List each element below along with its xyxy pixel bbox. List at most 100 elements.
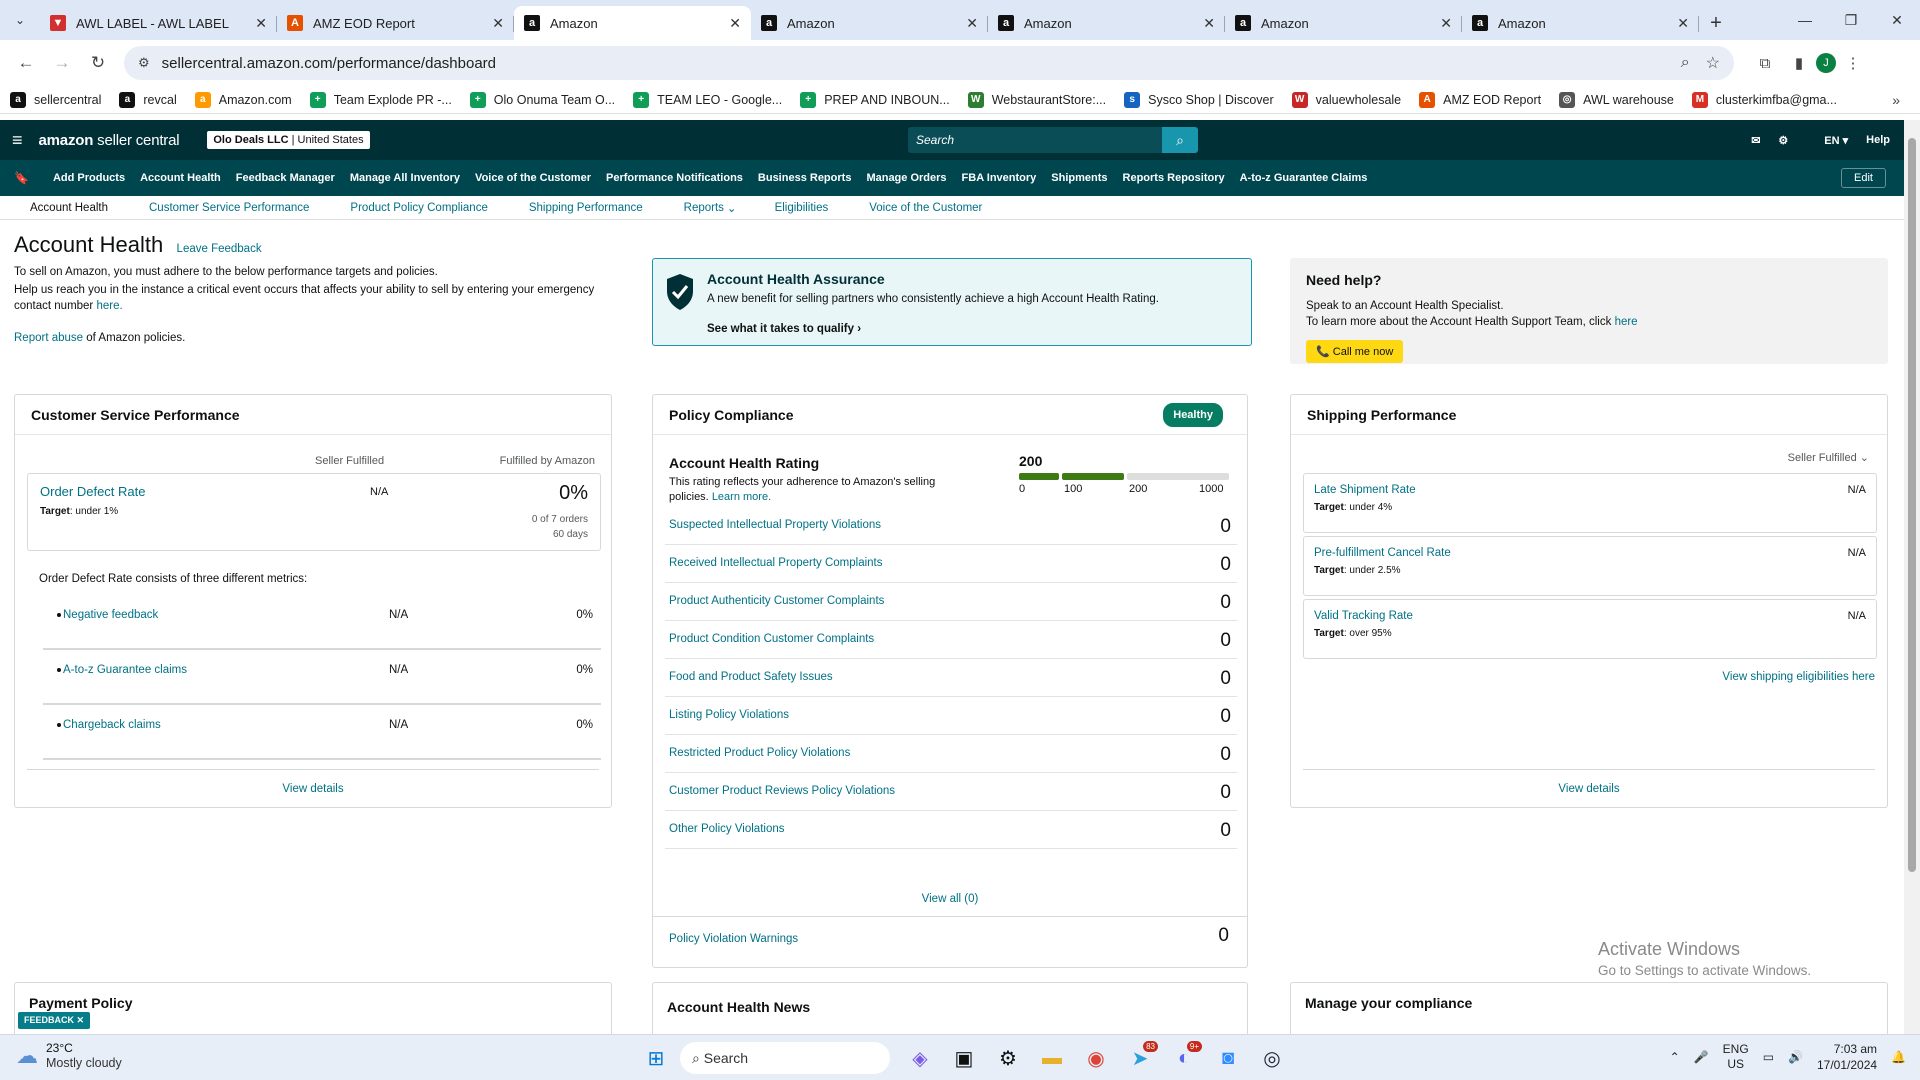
subnav-tab[interactable]: Account Health [30, 202, 108, 214]
subnav-tab[interactable]: Eligibilities [775, 202, 829, 214]
leave-feedback-link[interactable]: Leave Feedback [177, 243, 262, 255]
nav-link[interactable]: Account Health [140, 172, 221, 184]
fulfillment-filter-dropdown[interactable]: Seller Fulfilled ⌄ [1788, 451, 1869, 464]
file-explorer-icon[interactable]: ▬ [1032, 1041, 1072, 1075]
site-info-icon[interactable]: ⚙ [138, 55, 150, 71]
bookmark-icon[interactable]: 🔖 [14, 171, 29, 185]
nav-link[interactable]: Shipments [1051, 172, 1107, 184]
forward-icon[interactable]: → [48, 49, 76, 77]
nav-link[interactable]: Business Reports [758, 172, 852, 184]
discord-icon[interactable]: ◐ 9+ [1164, 1041, 1204, 1075]
minimize-icon[interactable]: — [1782, 0, 1828, 40]
subnav-tab[interactable]: Shipping Performance [529, 202, 643, 214]
microphone-icon[interactable]: 🎤 [1694, 1050, 1709, 1064]
violation-link[interactable]: Listing Policy Violations [669, 709, 789, 721]
nav-link[interactable]: FBA Inventory [962, 172, 1037, 184]
violation-link[interactable]: Food and Product Safety Issues [669, 671, 833, 683]
violation-link[interactable]: Customer Product Reviews Policy Violatio… [669, 785, 895, 797]
tab-close-icon[interactable]: ✕ [1677, 15, 1689, 32]
bookmark-item[interactable]: + TEAM LEO - Google... [633, 91, 782, 108]
extensions-icon[interactable]: ⧉ [1748, 55, 1782, 72]
feedback-tab[interactable]: FEEDBACK ✕ [18, 1012, 91, 1029]
violation-link[interactable]: Received Intellectual Property Complaint… [669, 557, 883, 569]
store-selector[interactable]: Olo Deals LLC | United States [207, 131, 370, 149]
qualify-link[interactable]: See what it takes to qualify › [707, 323, 861, 335]
more-bookmarks-icon[interactable]: » [1892, 92, 1900, 108]
language-indicator[interactable]: ENG US [1723, 1042, 1749, 1072]
browser-tab[interactable]: a Amazon ✕ [514, 6, 751, 40]
violation-link[interactable]: Restricted Product Policy Violations [669, 747, 850, 759]
nav-link[interactable]: Performance Notifications [606, 172, 743, 184]
page-scrollbar[interactable] [1904, 120, 1920, 1034]
browser-tab[interactable]: ▼ AWL LABEL - AWL LABEL ✕ [40, 6, 277, 40]
call-me-now-button[interactable]: 📞 Call me now [1306, 340, 1404, 363]
subnav-tab[interactable]: Customer Service Performance [149, 202, 309, 214]
network-icon[interactable]: ▭ [1763, 1050, 1774, 1064]
bookmark-item[interactable]: + PREP AND INBOUN... [800, 91, 950, 108]
settings-icon[interactable]: ⚙ [988, 1041, 1028, 1075]
profile-avatar[interactable]: J [1816, 53, 1836, 73]
settings-gear-icon[interactable]: ⚙ [1778, 134, 1788, 147]
restore-icon[interactable]: ❐ [1828, 0, 1874, 40]
metric-link[interactable]: A-to-z Guarantee claims [63, 664, 187, 676]
nav-link[interactable]: Voice of the Customer [475, 172, 591, 184]
start-icon[interactable]: ⊞ [636, 1041, 676, 1075]
metric-link[interactable]: Chargeback claims [63, 719, 161, 731]
tab-close-icon[interactable]: ✕ [1203, 15, 1215, 32]
seller-search-input[interactable]: Search ⌕ [908, 127, 1198, 153]
bookmark-item[interactable]: s Sysco Shop | Discover [1124, 91, 1274, 108]
csp-view-details-link[interactable]: View details [282, 783, 343, 795]
nav-link[interactable]: Reports Repository [1123, 172, 1225, 184]
new-tab-button[interactable]: + [1699, 6, 1733, 40]
shipping-metric-link[interactable]: Valid Tracking Rate [1314, 610, 1413, 622]
nav-link[interactable]: Add Products [53, 172, 125, 184]
browser-tab[interactable]: a Amazon ✕ [988, 6, 1225, 40]
violation-link[interactable]: Other Policy Violations [669, 823, 784, 835]
steam-icon[interactable]: ◎ [1252, 1041, 1292, 1075]
scrollbar-thumb[interactable] [1908, 138, 1916, 872]
order-defect-rate-link[interactable]: Order Defect Rate [40, 484, 146, 499]
bookmark-item[interactable]: a Amazon.com [194, 91, 292, 108]
subnav-tab[interactable]: Voice of the Customer [869, 202, 982, 214]
tab-close-icon[interactable]: ✕ [492, 15, 504, 32]
shipping-metric-link[interactable]: Late Shipment Rate [1314, 484, 1416, 496]
report-abuse-link[interactable]: Report abuse [14, 332, 83, 344]
policy-violation-warnings-link[interactable]: Policy Violation Warnings [669, 933, 798, 945]
copilot-icon[interactable]: ◈ [900, 1041, 940, 1075]
bookmark-item[interactable]: + Olo Onuma Team O... [469, 91, 615, 108]
zoom-app-icon[interactable]: ◙ [1208, 1041, 1248, 1075]
bookmark-star-icon[interactable]: ☆ [1706, 53, 1720, 73]
bookmark-item[interactable]: Mclusterkimfba@gma... [1691, 91, 1837, 108]
task-view-icon[interactable]: ▣ [944, 1041, 984, 1075]
nav-link[interactable]: Manage All Inventory [350, 172, 460, 184]
bookmark-item[interactable]: + Team Explode PR -... [309, 91, 452, 108]
tab-search-icon[interactable]: ⌄ [0, 0, 40, 40]
hamburger-menu-icon[interactable]: ≡ [12, 130, 23, 151]
messages-icon[interactable]: ✉ [1751, 134, 1760, 147]
browser-tab[interactable]: a Amazon ✕ [1225, 6, 1462, 40]
tab-close-icon[interactable]: ✕ [729, 15, 741, 32]
nav-link[interactable]: Feedback Manager [236, 172, 335, 184]
metric-link[interactable]: Negative feedback [63, 609, 158, 621]
close-window-icon[interactable]: ✕ [1874, 0, 1920, 40]
nav-link[interactable]: Manage Orders [866, 172, 946, 184]
seller-central-logo[interactable]: amazon seller central [39, 132, 180, 149]
tab-close-icon[interactable]: ✕ [255, 15, 267, 32]
address-bar[interactable]: ⚙ sellercentral.amazon.com/performance/d… [124, 46, 1734, 80]
taskbar-search[interactable]: ⌕ Search [680, 1042, 890, 1074]
learn-more-link[interactable]: Learn more. [712, 491, 771, 503]
browser-tab[interactable]: A AMZ EOD Report ✕ [277, 6, 514, 40]
tab-close-icon[interactable]: ✕ [966, 15, 978, 32]
side-panel-icon[interactable]: ▮ [1782, 54, 1816, 72]
search-button[interactable]: ⌕ [1162, 127, 1198, 153]
browser-tab[interactable]: a Amazon ✕ [1462, 6, 1699, 40]
tray-chevron-icon[interactable]: ⌃ [1670, 1050, 1680, 1064]
browser-menu-icon[interactable]: ⋮ [1836, 54, 1870, 72]
language-selector[interactable]: EN ▾ [1806, 134, 1848, 147]
sp-view-details-link[interactable]: View details [1558, 783, 1619, 795]
bookmark-item[interactable]: A AMZ EOD Report [1419, 91, 1541, 108]
reload-icon[interactable]: ↻ [84, 49, 112, 77]
subnav-tab[interactable]: Product Policy Compliance [350, 202, 487, 214]
subnav-tab[interactable]: Reports [684, 202, 724, 214]
violation-link[interactable]: Suspected Intellectual Property Violatio… [669, 519, 881, 531]
